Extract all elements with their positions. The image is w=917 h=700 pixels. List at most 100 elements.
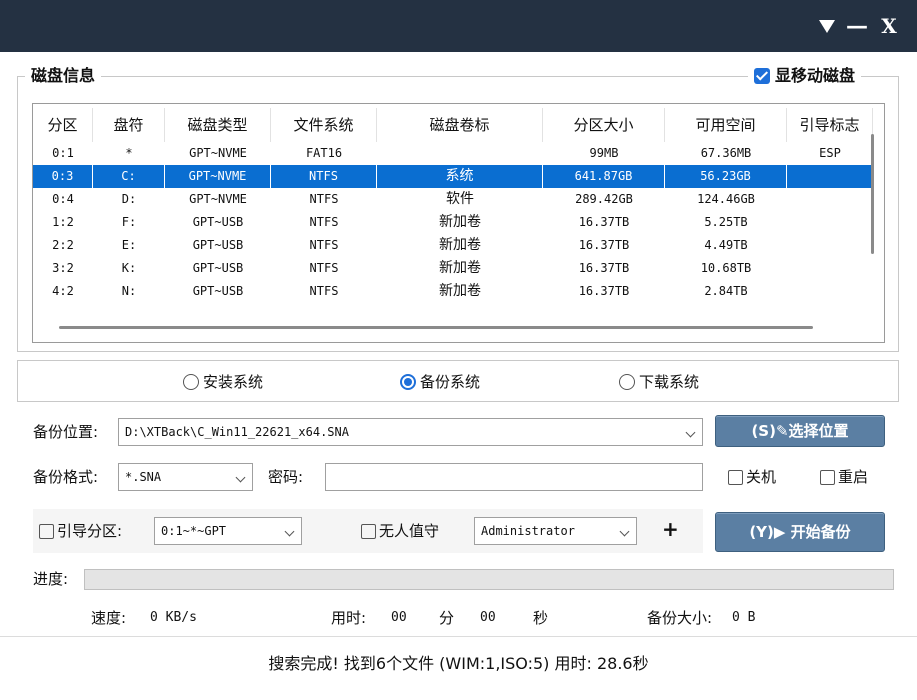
table-cell: 4:2 bbox=[52, 284, 74, 298]
password-label: 密码: bbox=[268, 468, 304, 486]
table-cell: 16.37TB bbox=[578, 261, 630, 275]
radio-icon[interactable] bbox=[619, 374, 635, 390]
partition-table[interactable]: 分区 盘符 磁盘类型 文件系统 磁盘卷标 分区大小 可用空间 引导标志 0:1 * GPT~NVME… bbox=[32, 103, 885, 343]
unattended-label: 无人值守 bbox=[379, 522, 440, 540]
restart-label: 重启 bbox=[838, 468, 869, 486]
table-cell: K: bbox=[121, 261, 137, 275]
backup-size-value: 0 B bbox=[732, 610, 756, 625]
table-row[interactable]: 4:2 N: GPT~USB NTFS 新加卷 16.37TB 2.84TB bbox=[33, 280, 873, 303]
table-cell: 16.37TB bbox=[578, 215, 630, 229]
table-cell: NTFS bbox=[309, 284, 339, 298]
table-cell: 新加卷 bbox=[439, 260, 481, 276]
close-button[interactable]: X bbox=[876, 8, 902, 44]
show-mobile-disk-checkbox[interactable]: 显移动磁盘 bbox=[748, 65, 862, 87]
choose-location-button[interactable]: (S)✎选择位置 bbox=[715, 415, 885, 447]
checkbox-checked-icon[interactable] bbox=[754, 68, 770, 84]
radio-backup-label: 备份系统 bbox=[420, 373, 481, 391]
time-label: 用时: bbox=[331, 609, 367, 627]
menu-dropdown-icon[interactable] bbox=[814, 8, 840, 44]
seconds-unit: 秒 bbox=[533, 609, 549, 627]
status-bar-text: 搜索完成! 找到6个文件 (WIM:1,ISO:5) 用时: 28.6秒 bbox=[268, 654, 649, 673]
table-cell bbox=[787, 165, 873, 188]
radio-install-system[interactable]: 安装系统 bbox=[183, 372, 263, 392]
start-backup-button[interactable]: (Y)▶ 开始备份 bbox=[715, 512, 885, 552]
disk-info-title: 磁盘信息 bbox=[25, 65, 102, 87]
chevron-down-icon bbox=[619, 526, 630, 537]
table-cell: * bbox=[125, 146, 133, 160]
table-cell: 16.37TB bbox=[578, 238, 630, 252]
checkbox-icon[interactable] bbox=[820, 469, 835, 485]
shutdown-checkbox[interactable]: 关机 bbox=[728, 466, 776, 488]
checkbox-icon[interactable] bbox=[361, 523, 376, 539]
table-cell: GPT~NVME bbox=[165, 165, 271, 188]
checkbox-icon[interactable] bbox=[728, 469, 743, 485]
boot-partition-select[interactable]: 0:1~*~GPT bbox=[154, 517, 302, 545]
column-header[interactable]: 可用空间 bbox=[665, 108, 787, 142]
table-cell: FAT16 bbox=[305, 146, 343, 160]
chevron-down-icon bbox=[685, 427, 696, 438]
unattended-checkbox[interactable]: 无人值守 bbox=[361, 520, 439, 542]
table-cell: D: bbox=[121, 192, 137, 206]
column-header[interactable]: 盘符 bbox=[93, 108, 165, 142]
vertical-scrollbar[interactable] bbox=[871, 134, 874, 254]
table-cell: 1:2 bbox=[52, 215, 74, 229]
table-cell bbox=[377, 142, 543, 165]
password-input[interactable] bbox=[325, 463, 703, 491]
radio-selected-icon[interactable] bbox=[400, 374, 416, 390]
table-cell: 16.37TB bbox=[578, 284, 630, 298]
table-cell: 新加卷 bbox=[439, 237, 481, 253]
table-cell: 5.25TB bbox=[704, 215, 748, 229]
speed-value: 0 KB/s bbox=[150, 610, 197, 625]
table-cell: 2:2 bbox=[52, 238, 74, 252]
table-cell: 0:4 bbox=[52, 192, 74, 206]
column-header[interactable]: 引导标志 bbox=[787, 108, 873, 142]
checkbox-icon[interactable] bbox=[39, 523, 54, 539]
radio-download-system[interactable]: 下载系统 bbox=[619, 372, 699, 392]
backup-format-value: *.SNA bbox=[125, 470, 162, 484]
chevron-down-icon bbox=[284, 526, 295, 537]
table-row[interactable]: 0:3 C: GPT~NVME NTFS 系统 641.87GB 56.23GB bbox=[33, 165, 873, 188]
column-header[interactable]: 磁盘类型 bbox=[165, 108, 271, 142]
table-row[interactable]: 0:1 * GPT~NVME FAT16 99MB 67.36MB ESP bbox=[33, 142, 873, 165]
table-cell: 新加卷 bbox=[439, 214, 481, 230]
table-cell: NTFS bbox=[309, 192, 339, 206]
table-cell: F: bbox=[121, 215, 137, 229]
user-select[interactable]: Administrator bbox=[474, 517, 637, 545]
table-cell: 10.68TB bbox=[700, 261, 752, 275]
table-cell: GPT~NVME bbox=[189, 192, 247, 206]
add-user-button[interactable]: + bbox=[662, 518, 679, 540]
table-row[interactable]: 1:2 F: GPT~USB NTFS 新加卷 16.37TB 5.25TB bbox=[33, 211, 873, 234]
backup-format-select[interactable]: *.SNA bbox=[118, 463, 253, 491]
table-cell: 124.46GB bbox=[697, 192, 755, 206]
table-cell: 0:1 bbox=[52, 146, 74, 160]
table-cell: N: bbox=[121, 284, 137, 298]
radio-icon[interactable] bbox=[183, 374, 199, 390]
table-cell: 641.87GB bbox=[543, 165, 665, 188]
show-mobile-disk-label: 显移动磁盘 bbox=[775, 66, 856, 85]
column-header[interactable]: 文件系统 bbox=[271, 108, 377, 142]
time-seconds: 00 bbox=[480, 610, 496, 625]
table-cell bbox=[787, 234, 873, 257]
table-cell: NTFS bbox=[271, 165, 377, 188]
table-cell bbox=[787, 211, 873, 234]
minimize-button[interactable]: — bbox=[846, 8, 868, 44]
table-cell: 67.36MB bbox=[700, 146, 752, 160]
boot-partition-checkbox[interactable]: 引导分区: bbox=[39, 520, 122, 542]
restart-checkbox[interactable]: 重启 bbox=[820, 466, 868, 488]
table-row[interactable]: 2:2 E: GPT~USB NTFS 新加卷 16.37TB 4.49TB bbox=[33, 234, 873, 257]
table-cell: C: bbox=[93, 165, 165, 188]
radio-backup-system[interactable]: 备份系统 bbox=[400, 372, 480, 392]
table-cell bbox=[787, 188, 873, 211]
horizontal-scrollbar[interactable] bbox=[59, 326, 813, 329]
column-header[interactable]: 分区大小 bbox=[543, 108, 665, 142]
table-cell bbox=[787, 280, 873, 303]
column-header[interactable]: 磁盘卷标 bbox=[377, 108, 543, 142]
table-row[interactable]: 0:4 D: GPT~NVME NTFS 软件 289.42GB 124.46GB bbox=[33, 188, 873, 211]
backup-location-select[interactable]: D:\XTBack\C_Win11_22621_x64.SNA bbox=[118, 418, 703, 446]
table-cell: GPT~USB bbox=[192, 261, 244, 275]
column-header[interactable]: 分区 bbox=[33, 108, 93, 142]
table-header-row: 分区 盘符 磁盘类型 文件系统 磁盘卷标 分区大小 可用空间 引导标志 bbox=[33, 108, 873, 142]
table-cell: E: bbox=[121, 238, 137, 252]
title-bar: — X bbox=[0, 0, 917, 52]
table-row[interactable]: 3:2 K: GPT~USB NTFS 新加卷 16.37TB 10.68TB bbox=[33, 257, 873, 280]
